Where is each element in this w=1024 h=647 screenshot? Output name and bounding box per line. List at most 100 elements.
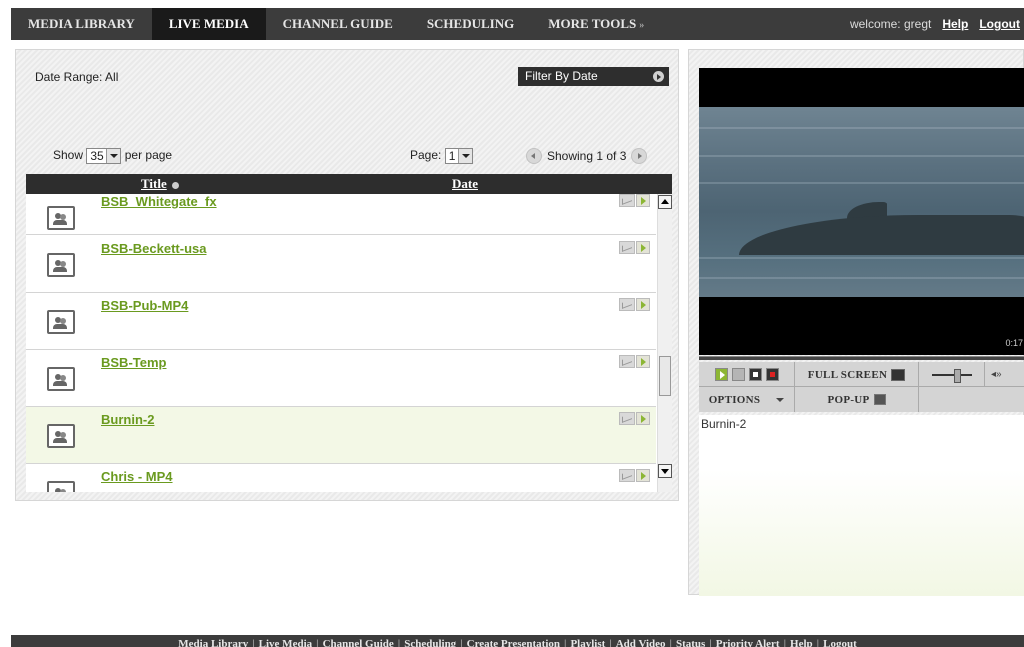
tab-live-media[interactable]: LIVE MEDIA [151,8,266,40]
per-page-select[interactable]: 35 [86,148,122,164]
media-thumbnail-icon [47,253,75,277]
filter-by-date-button[interactable]: Filter By Date [518,67,669,86]
media-title-link[interactable]: Burnin-2 [101,412,154,427]
show-label: Show [53,148,84,163]
footer-link-create-presentation[interactable]: Create Presentation [467,638,560,647]
play-icon[interactable] [636,241,650,254]
stop-icon[interactable] [748,368,762,381]
help-link[interactable]: Help [942,17,968,31]
fullscreen-button[interactable]: FULL SCREEN [795,362,919,387]
tab-more-tools[interactable]: MORE TOOLS» [531,8,661,40]
list-scrollbar[interactable] [657,194,672,492]
volume-slider[interactable] [931,368,972,383]
scroll-up-icon[interactable] [658,195,672,209]
play-icon[interactable] [636,355,650,368]
media-title-link[interactable]: BSB-Temp [101,355,166,370]
media-title-link[interactable]: BSB_Whitegate_fx [101,194,217,209]
footer-link-priority-alert[interactable]: Priority Alert [716,638,780,647]
dropdown-arrow-icon [457,149,472,163]
row-actions [619,469,650,482]
player-controls: FULL SCREEN ◂» OPTIONS POP-UP [699,362,1024,412]
footer-link-status[interactable]: Status [676,638,705,647]
row-actions [619,241,650,254]
row-actions [619,194,650,207]
play-icon[interactable] [636,298,650,311]
popup-icon [873,394,886,405]
dropdown-arrow-icon [106,149,121,163]
page-select[interactable]: 1 [444,148,473,164]
tab-media-library[interactable]: MEDIA LIBRARY [11,8,152,40]
email-icon[interactable] [619,241,635,254]
footer-link-media-library[interactable]: Media Library [178,638,248,647]
footer-link-scheduling[interactable]: Scheduling [404,638,456,647]
popup-label: POP-UP [827,393,870,406]
options-button[interactable]: OPTIONS [699,387,795,412]
play-icon[interactable] [636,469,650,482]
filter-by-date-label: Filter By Date [525,69,598,83]
media-title-link[interactable]: Chris - MP4 [101,469,173,484]
popup-button[interactable]: POP-UP [795,387,919,412]
scroll-down-icon[interactable] [658,464,672,478]
list-item-selected[interactable]: Burnin-2 [26,407,656,464]
per-page-control: Show 35 per page [53,148,172,164]
controls-row-2: OPTIONS POP-UP [699,387,1024,412]
email-icon[interactable] [619,469,635,482]
mute-button[interactable]: ◂» [985,362,1024,387]
media-thumbnail-icon [47,367,75,391]
next-page-icon[interactable] [631,148,648,164]
media-thumbnail-icon [47,310,75,334]
media-list: BSB_Whitegate_fx BSB-Beckett-usa BSB-Pub… [26,194,672,492]
play-icon[interactable] [714,368,728,381]
column-date[interactable]: Date [452,176,478,192]
tab-scheduling[interactable]: SCHEDULING [410,8,531,40]
options-label: OPTIONS [708,393,761,406]
media-thumbnail-icon [47,424,75,448]
column-title-label: Title [141,176,167,191]
list-item[interactable]: BSB-Pub-MP4 [26,293,656,350]
welcome-text: welcome: gregt [849,17,932,31]
email-icon[interactable] [619,412,635,425]
record-icon[interactable] [765,368,779,381]
tab-more-tools-label: MORE TOOLS [548,16,637,31]
column-title[interactable]: Title [141,176,179,192]
media-title-link[interactable]: BSB-Beckett-usa [101,241,206,256]
chevron-down-icon: » [639,20,645,31]
footer-link-help[interactable]: Help [790,638,813,647]
list-item[interactable]: BSB_Whitegate_fx [26,194,656,235]
footer-link-logout[interactable]: Logout [823,638,857,647]
email-icon[interactable] [619,194,635,207]
arrow-right-icon [653,71,664,82]
user-area: welcome: gregt Help Logout [850,17,1024,31]
list-item[interactable]: BSB-Beckett-usa [26,236,656,293]
play-icon[interactable] [636,412,650,425]
pause-icon[interactable] [731,368,745,381]
now-playing-title: Burnin-2 [701,417,747,431]
scrollbar-thumb[interactable] [659,356,671,396]
row-actions [619,298,650,311]
row-actions [619,412,650,425]
email-icon[interactable] [619,355,635,368]
pager: Show 35 per page Page: 1 Showing 1 of 3 [53,145,673,169]
prev-page-icon[interactable] [526,148,542,164]
footer-link-add-video[interactable]: Add Video [616,638,666,647]
tab-channel-guide[interactable]: CHANNEL GUIDE [266,8,410,40]
date-range-label: Date Range: All [35,70,119,84]
video-player[interactable]: 0:17 [699,68,1024,355]
controls-empty [919,387,1024,412]
footer-link-live-media[interactable]: Live Media [259,638,312,647]
play-icon[interactable] [636,194,650,207]
footer-link-channel-guide[interactable]: Channel Guide [323,638,394,647]
video-time: 0:17 [1005,338,1023,348]
media-list-panel: Date Range: All Filter By Date Show 35 p… [15,49,679,501]
logout-link[interactable]: Logout [979,17,1020,31]
footer: Media Library | Live Media | Channel Guide… [11,635,1024,647]
email-icon[interactable] [619,298,635,311]
footer-link-playlist[interactable]: Playlist [570,638,605,647]
list-item[interactable]: BSB-Temp [26,350,656,407]
video-progress-bar[interactable] [699,356,1024,360]
list-item[interactable]: Chris - MP4 [26,464,656,492]
now-playing-info: Burnin-2 [699,415,1024,596]
fullscreen-label: FULL SCREEN [807,368,888,381]
media-title-link[interactable]: BSB-Pub-MP4 [101,298,188,313]
volume-control [919,362,985,387]
